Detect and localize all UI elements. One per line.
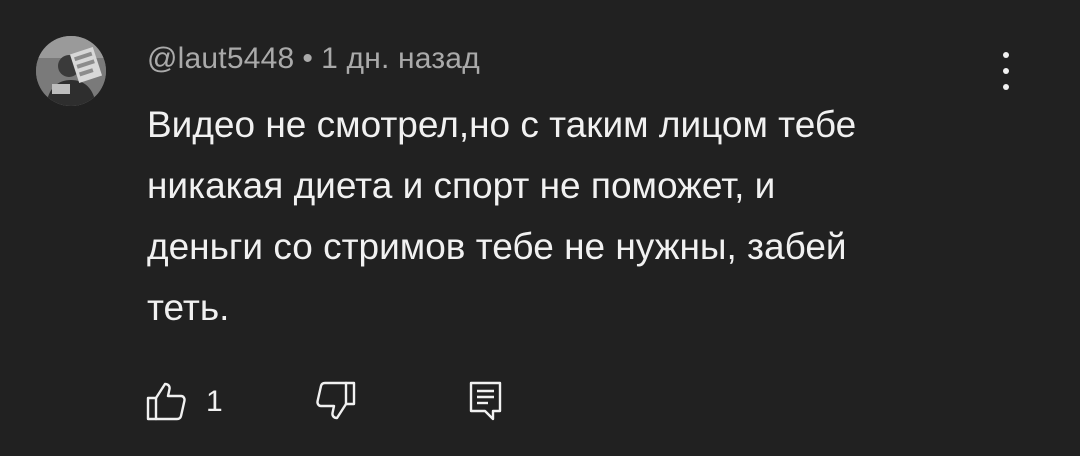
comment-text-line: Видео не смотрел,но с таким лицом тебе — [147, 104, 857, 145]
comment-item: @laut5448 • 1 дн. назад Видео не смотрел,н… — [0, 0, 1080, 456]
comment-header: @laut5448 • 1 дн. назад — [147, 42, 480, 76]
like-count: 1 — [206, 385, 223, 418]
more-vertical-icon-dot — [1003, 84, 1009, 90]
comment-text-line: деньги со стримов тебе не нужны, забей — [147, 226, 847, 267]
avatar[interactable] — [36, 36, 106, 106]
thumb-down-icon — [316, 381, 356, 420]
more-vertical-icon-dot — [1003, 68, 1009, 74]
like-button[interactable]: 1 — [144, 378, 223, 424]
comment-text-line: никакая диета и спорт не поможет, и — [147, 165, 776, 206]
dislike-button[interactable] — [314, 378, 358, 424]
thumb-up-icon — [146, 382, 186, 421]
comment-timestamp[interactable]: 1 дн. назад — [321, 42, 480, 75]
avatar-image — [36, 36, 106, 106]
author-name[interactable]: @laut5448 — [147, 42, 294, 75]
comment-text: Видео не смотрел,но с таким лицом тебе н… — [147, 94, 967, 338]
reply-button[interactable] — [466, 378, 506, 424]
comment-text-line: теть. — [147, 287, 230, 328]
meta-separator: • — [302, 42, 314, 75]
more-vertical-icon-dot — [1003, 52, 1009, 58]
reply-comment-icon — [469, 381, 502, 421]
more-actions-button[interactable] — [990, 46, 1022, 96]
